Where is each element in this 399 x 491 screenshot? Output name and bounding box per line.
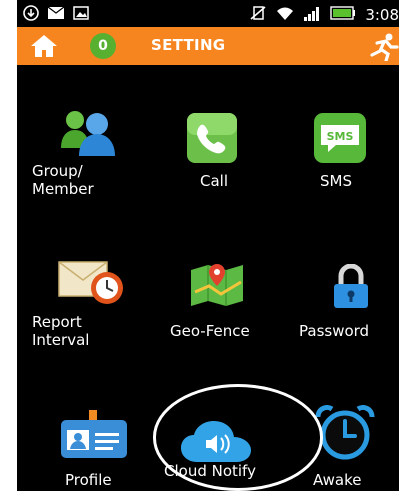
tile-profile[interactable]: Profile (17, 405, 147, 491)
tile-label-profile: Profile (65, 471, 112, 489)
status-bar: 3:08 (17, 0, 399, 27)
tile-label-sms: SMS (320, 172, 352, 190)
map-icon (189, 262, 245, 312)
sms-icon: SMS (314, 113, 366, 167)
battery-icon (330, 6, 356, 24)
phone-screen: 3:08 0 SETTING Group/ Member Call SMS SM… (17, 0, 399, 491)
tile-group-member[interactable]: Group/ Member (17, 100, 143, 210)
report-interval-icon (57, 252, 127, 312)
group-members-icon (57, 108, 123, 162)
tile-label-member: Member (32, 180, 94, 198)
status-time: 3:08 (365, 6, 399, 24)
lock-icon (333, 263, 369, 314)
tile-password[interactable]: Password (293, 252, 399, 362)
wifi-icon (276, 6, 294, 25)
tile-report-interval[interactable]: Report Interval (17, 252, 143, 362)
phone-icon (187, 113, 237, 167)
tile-sms[interactable]: SMS SMS (287, 100, 399, 210)
tile-label-group: Group/ (32, 162, 83, 180)
tile-label-call: Call (200, 172, 229, 190)
id-card-icon (59, 410, 129, 462)
download-icon (23, 5, 39, 25)
no-sim-icon (249, 5, 267, 25)
alarm-clock-icon (314, 404, 376, 465)
tile-geo-fence[interactable]: Geo-Fence (157, 252, 287, 362)
image-icon (73, 6, 89, 24)
tile-label-interval: Interval (32, 331, 90, 349)
page-title: SETTING (151, 36, 226, 54)
svg-text:SMS: SMS (327, 130, 354, 143)
tile-label-geo-fence: Geo-Fence (170, 322, 250, 340)
signal-icon (303, 6, 321, 25)
tile-call[interactable]: Call (157, 100, 277, 210)
message-icon (47, 6, 65, 24)
home-icon[interactable] (29, 33, 59, 59)
tile-label-password: Password (299, 322, 370, 340)
runner-icon[interactable] (365, 33, 399, 63)
app-bar: 0 SETTING (17, 27, 399, 65)
tile-label-awake: Awake (313, 471, 362, 489)
tile-label-report: Report (32, 313, 82, 331)
count-badge: 0 (90, 33, 116, 59)
highlight-circle (153, 384, 323, 491)
